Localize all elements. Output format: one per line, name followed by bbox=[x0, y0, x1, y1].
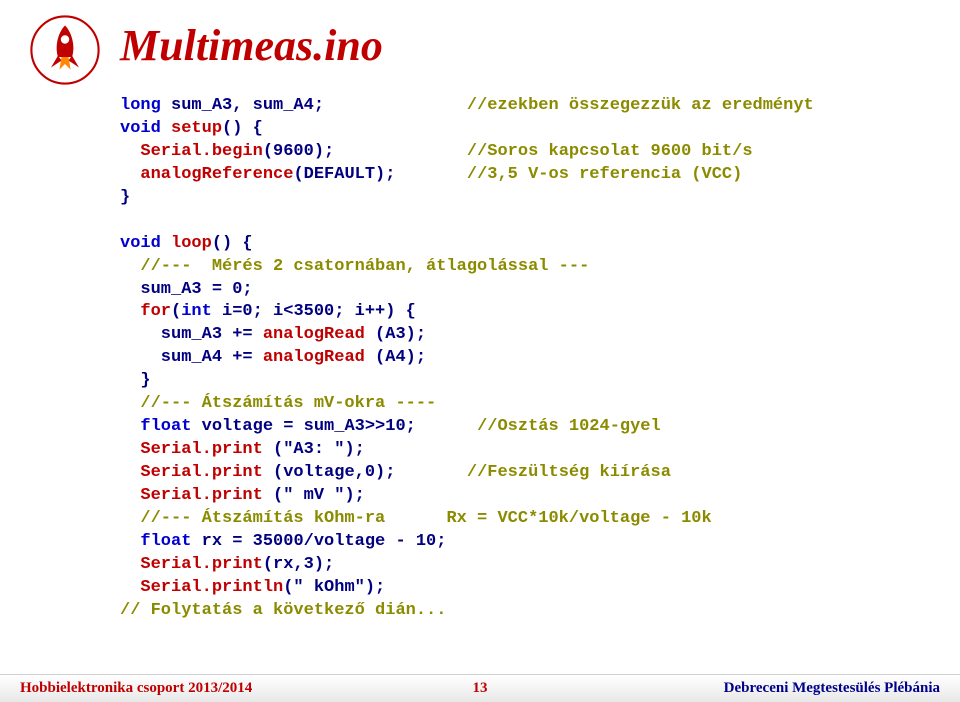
code-comment: //--- Mérés 2 csatornában, átlagolással … bbox=[120, 257, 589, 276]
code-fn: analogRead bbox=[263, 348, 365, 367]
code-text: rx = 35000/voltage - 10; bbox=[191, 532, 446, 551]
code-text: } bbox=[120, 371, 151, 390]
code-text: sum_A3 = 0; bbox=[120, 280, 253, 299]
page-number: 13 bbox=[473, 680, 488, 697]
code-text: sum_A3 += bbox=[120, 325, 263, 344]
code-text bbox=[120, 532, 140, 551]
code-text: (A4); bbox=[365, 348, 426, 367]
code-block: long sum_A3, sum_A4; //ezekben összegezz… bbox=[120, 95, 910, 623]
code-comment: //Feszültség kiírása bbox=[467, 463, 671, 482]
code-comment: //ezekben összegezzük az eredményt bbox=[467, 96, 814, 115]
code-text: ("A3: "); bbox=[263, 440, 365, 459]
code-fn: Serial.print bbox=[140, 440, 262, 459]
code-comment: //--- Átszámítás kOhm-ra Rx = VCC*10k/vo… bbox=[120, 509, 712, 528]
page-title: Multimeas.ino bbox=[120, 20, 383, 71]
code-text: () { bbox=[212, 234, 253, 253]
code-comment: // Folytatás a következő dián... bbox=[120, 601, 446, 620]
rocket-logo bbox=[30, 15, 100, 85]
code-text: voltage = sum_A3>>10; bbox=[191, 417, 477, 436]
code-text bbox=[120, 578, 140, 597]
code-text: (A3); bbox=[365, 325, 426, 344]
code-fn: Serial.print bbox=[140, 486, 262, 505]
code-fn: analogReference bbox=[140, 165, 293, 184]
code-fn: Serial.print bbox=[140, 555, 262, 574]
code-text: sum_A3, sum_A4; bbox=[161, 96, 467, 115]
code-comment: //--- Átszámítás mV-okra ---- bbox=[120, 394, 436, 413]
code-text bbox=[120, 165, 140, 184]
code-fn: setup bbox=[161, 119, 222, 138]
code-text bbox=[120, 440, 140, 459]
code-text: (DEFAULT); bbox=[293, 165, 466, 184]
code-text: } bbox=[120, 188, 130, 207]
footer-right: Debreceni Megtestesülés Plébánia bbox=[724, 680, 940, 697]
code-kw: void bbox=[120, 119, 161, 138]
footer: Hobbielektronika csoport 2013/2014 13 De… bbox=[0, 674, 960, 702]
code-kw: for bbox=[140, 302, 171, 321]
code-text: (rx,3); bbox=[263, 555, 334, 574]
code-kw: int bbox=[181, 302, 212, 321]
code-text: (9600); bbox=[263, 142, 467, 161]
code-kw: long bbox=[120, 96, 161, 115]
footer-left: Hobbielektronika csoport 2013/2014 bbox=[20, 680, 252, 697]
code-text bbox=[120, 463, 140, 482]
code-text: sum_A4 += bbox=[120, 348, 263, 367]
code-text: (voltage,0); bbox=[263, 463, 467, 482]
code-text: (" mV "); bbox=[263, 486, 365, 505]
code-fn: Serial.begin bbox=[140, 142, 262, 161]
code-text bbox=[120, 417, 140, 436]
code-text: () { bbox=[222, 119, 263, 138]
code-text bbox=[120, 486, 140, 505]
code-kw: float bbox=[140, 417, 191, 436]
code-kw: void bbox=[120, 234, 161, 253]
code-text: (" kOhm"); bbox=[283, 578, 385, 597]
code-comment: //Soros kapcsolat 9600 bit/s bbox=[467, 142, 753, 161]
code-comment: //Osztás 1024-gyel bbox=[477, 417, 661, 436]
code-fn: Serial.print bbox=[140, 463, 262, 482]
code-text bbox=[120, 142, 140, 161]
code-text bbox=[120, 555, 140, 574]
code-fn: analogRead bbox=[263, 325, 365, 344]
code-fn: Serial.println bbox=[140, 578, 283, 597]
code-text: i=0; i<3500; i++) { bbox=[212, 302, 416, 321]
code-fn: loop bbox=[161, 234, 212, 253]
code-comment: //3,5 V-os referencia (VCC) bbox=[467, 165, 742, 184]
code-text bbox=[120, 302, 140, 321]
code-kw: float bbox=[140, 532, 191, 551]
code-text: ( bbox=[171, 302, 181, 321]
